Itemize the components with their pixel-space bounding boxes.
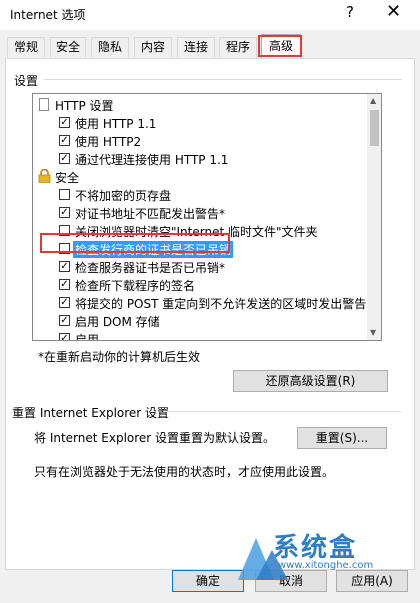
tab-privacy[interactable]: 隐私 <box>91 37 129 57</box>
list-item-http-header: HTTP 设置 <box>33 96 363 114</box>
tab-highlight-box <box>258 35 302 57</box>
reset-button[interactable]: 重置(S)... <box>297 427 387 449</box>
reset-note: 只有在浏览器处于无法使用的状态时，才应使用此设置。 <box>34 465 335 479</box>
list-item[interactable]: ✓ 使用 HTTP2 <box>33 132 363 150</box>
scroll-down-icon[interactable]: ▼ <box>370 328 376 337</box>
list-item[interactable]: ✓ 检查所下载程序的签名 <box>33 276 363 294</box>
checkbox[interactable]: ✓ <box>59 315 70 326</box>
tab-strip: 常规 安全 隐私 内容 连接 程序 高级 <box>0 34 420 58</box>
list-item[interactable]: ✓ 启用 DOM 存储 <box>33 312 363 330</box>
lock-icon <box>38 169 51 183</box>
checkbox[interactable]: ✓ <box>59 135 70 146</box>
checkbox[interactable]: ✓ <box>59 261 70 272</box>
tab-content[interactable]: 内容 <box>134 37 172 57</box>
window-title: Internet 选项 <box>10 8 86 22</box>
checkbox[interactable]: ✓ <box>59 297 70 308</box>
scroll-up-icon[interactable]: ▲ <box>370 96 376 105</box>
list-item[interactable]: ✓ 检查服务器证书是否已吊销* <box>33 258 363 276</box>
checkbox[interactable]: ✓ <box>59 207 70 218</box>
reset-description: 将 Internet Explorer 设置重置为默认设置。 <box>34 431 276 445</box>
reset-section-label: 重置 Internet Explorer 设置 <box>12 406 170 420</box>
list-item-security-header: 安全 <box>33 168 363 186</box>
checkbox[interactable]: ✓ <box>59 153 70 164</box>
item-highlight-box <box>40 233 230 253</box>
checkbox[interactable] <box>59 189 70 200</box>
settings-list[interactable]: HTTP 设置 ✓ 使用 HTTP 1.1 ✓ 使用 HTTP2 ✓ 通过代理连… <box>32 93 382 341</box>
tab-security[interactable]: 安全 <box>50 37 86 57</box>
list-item[interactable]: ✓ 将提交的 POST 重定向到不允许发送的区域时发出警告 <box>33 294 366 312</box>
checkbox[interactable]: ✓ <box>59 279 70 290</box>
checkbox[interactable]: ✓ <box>59 117 70 128</box>
title-bar: Internet 选项 ? ✕ <box>0 0 420 30</box>
list-item[interactable]: ✓ 通过代理连接使用 HTTP 1.1 <box>33 150 363 168</box>
list-item[interactable]: ✓ 对证书地址不匹配发出警告* <box>33 204 363 222</box>
list-item[interactable]: ✓ 使用 HTTP 1.1 <box>33 114 363 132</box>
restore-advanced-button[interactable]: 还原高级设置(R) <box>233 370 388 392</box>
scrollbar-thumb[interactable] <box>370 110 379 146</box>
tab-connections[interactable]: 连接 <box>177 37 215 57</box>
checkbox[interactable]: ✓ <box>59 333 70 340</box>
tab-programs[interactable]: 程序 <box>219 37 257 57</box>
help-icon[interactable]: ? <box>346 3 354 21</box>
settings-label: 设置 <box>14 74 39 88</box>
watermark-text: 系统盒 <box>273 533 358 563</box>
restart-note: *在重新启动你的计算机后生效 <box>38 350 201 364</box>
settings-divider <box>44 79 402 80</box>
reset-divider <box>163 411 401 412</box>
watermark-url: www.xitonghe.com <box>278 560 374 571</box>
list-item[interactable]: 不将加密的页存盘 <box>33 186 363 204</box>
list-item-partial[interactable]: ✓ 启用 ... <box>33 330 363 340</box>
tab-general[interactable]: 常规 <box>7 37 45 57</box>
close-icon[interactable]: ✕ <box>386 1 401 22</box>
page-icon <box>39 98 49 111</box>
